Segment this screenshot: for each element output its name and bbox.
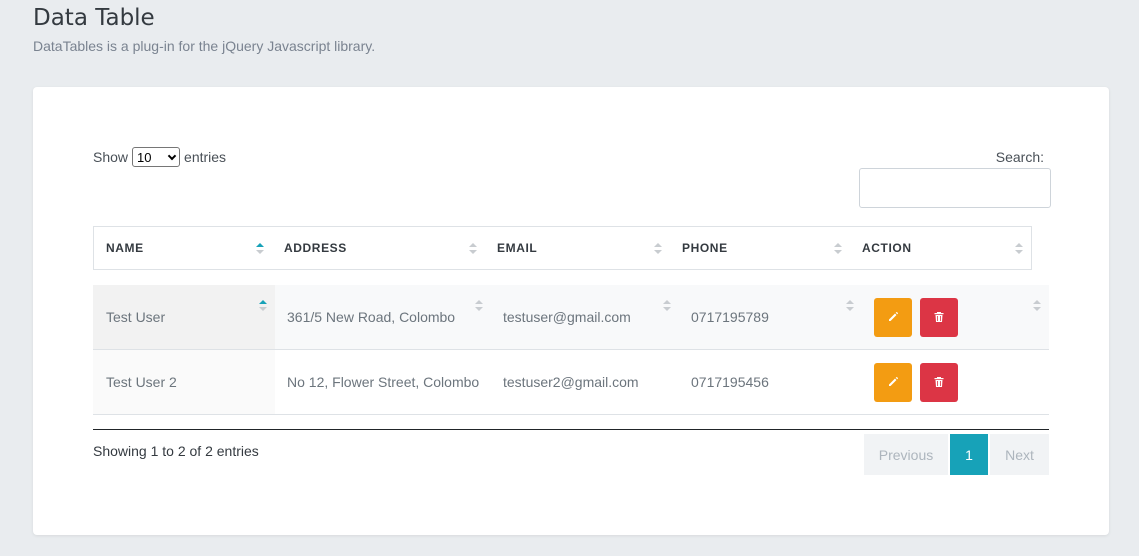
table-bottom-border	[93, 429, 1049, 430]
pagination: Previous 1 Next	[864, 434, 1049, 475]
cell-phone: 0717195456	[679, 350, 862, 414]
search-input[interactable]	[859, 168, 1051, 208]
trash-icon	[934, 377, 944, 387]
page-subtitle: DataTables is a plug-in for the jQuery J…	[33, 38, 376, 54]
cell-text: 361/5 New Road, Colombo	[287, 309, 456, 325]
cell-text: No 12, Flower Street, Colombo	[287, 374, 480, 390]
cell-email: testuser@gmail.com	[491, 285, 679, 349]
column-header-label: PHONE	[682, 241, 728, 255]
page-length-control: Show 10 entries	[93, 147, 226, 167]
cell-text: 0717195789	[691, 309, 769, 325]
column-header-label: NAME	[106, 241, 144, 255]
column-header-email[interactable]: EMAIL	[485, 227, 670, 269]
table-body: Test User 361/5 New Road, Colombo testus…	[93, 285, 1049, 415]
column-header-label: ACTION	[862, 241, 912, 255]
edit-button[interactable]	[874, 297, 912, 337]
cell-address: 361/5 New Road, Colombo	[275, 285, 491, 349]
sort-icon	[834, 243, 842, 255]
chevron-down-icon	[167, 151, 177, 160]
table-card: Show 10 entries Search: NAME ADDRESS EMA…	[33, 87, 1109, 535]
column-header-action[interactable]: ACTION	[850, 227, 1031, 269]
cell-phone: 0717195789	[679, 285, 862, 349]
table-header: NAME ADDRESS EMAIL PHONE ACTION	[93, 226, 1032, 270]
next-page-button[interactable]: Next	[990, 434, 1049, 475]
table-row: Test User 2 No 12, Flower Street, Colomb…	[93, 350, 1049, 415]
page-title: Data Table	[33, 5, 155, 31]
pencil-icon	[889, 312, 898, 321]
cell-name: Test User	[93, 285, 275, 349]
sort-icon	[846, 300, 854, 312]
table-row: Test User 361/5 New Road, Colombo testus…	[93, 285, 1049, 350]
trash-icon	[934, 312, 944, 322]
cell-name: Test User 2	[93, 350, 275, 414]
sort-icon	[1015, 243, 1023, 255]
delete-button[interactable]	[920, 362, 958, 402]
sort-icon	[475, 300, 483, 312]
cell-actions	[862, 285, 1049, 349]
cell-text: Test User 2	[106, 374, 177, 390]
cell-actions	[862, 350, 1049, 414]
delete-button[interactable]	[920, 297, 958, 337]
sort-asc-icon	[259, 300, 267, 312]
page-length-select[interactable]: 10	[132, 147, 181, 167]
cell-text: testuser@gmail.com	[503, 309, 631, 325]
column-header-label: EMAIL	[497, 241, 538, 255]
cell-text: 0717195456	[691, 374, 769, 390]
search-label: Search:	[995, 149, 1044, 165]
cell-text: Test User	[106, 309, 166, 325]
sort-icon	[1033, 300, 1041, 312]
column-header-address[interactable]: ADDRESS	[272, 227, 485, 269]
column-header-name[interactable]: NAME	[94, 227, 272, 269]
cell-address: No 12, Flower Street, Colombo	[275, 350, 491, 414]
pencil-icon	[889, 377, 898, 386]
sort-asc-icon	[256, 243, 264, 255]
sort-icon	[654, 243, 662, 255]
sort-icon	[663, 300, 671, 312]
entries-label: entries	[184, 149, 227, 165]
cell-email: testuser2@gmail.com	[491, 350, 679, 414]
column-header-label: ADDRESS	[284, 241, 347, 255]
column-header-phone[interactable]: PHONE	[670, 227, 850, 269]
page-1-button[interactable]: 1	[950, 434, 988, 475]
show-label: Show	[93, 149, 129, 165]
sort-icon	[469, 243, 477, 255]
table-info: Showing 1 to 2 of 2 entries	[93, 443, 259, 459]
page-length-value: 10	[137, 149, 152, 165]
previous-page-button[interactable]: Previous	[864, 434, 948, 475]
edit-button[interactable]	[874, 362, 912, 402]
cell-text: testuser2@gmail.com	[503, 374, 639, 390]
